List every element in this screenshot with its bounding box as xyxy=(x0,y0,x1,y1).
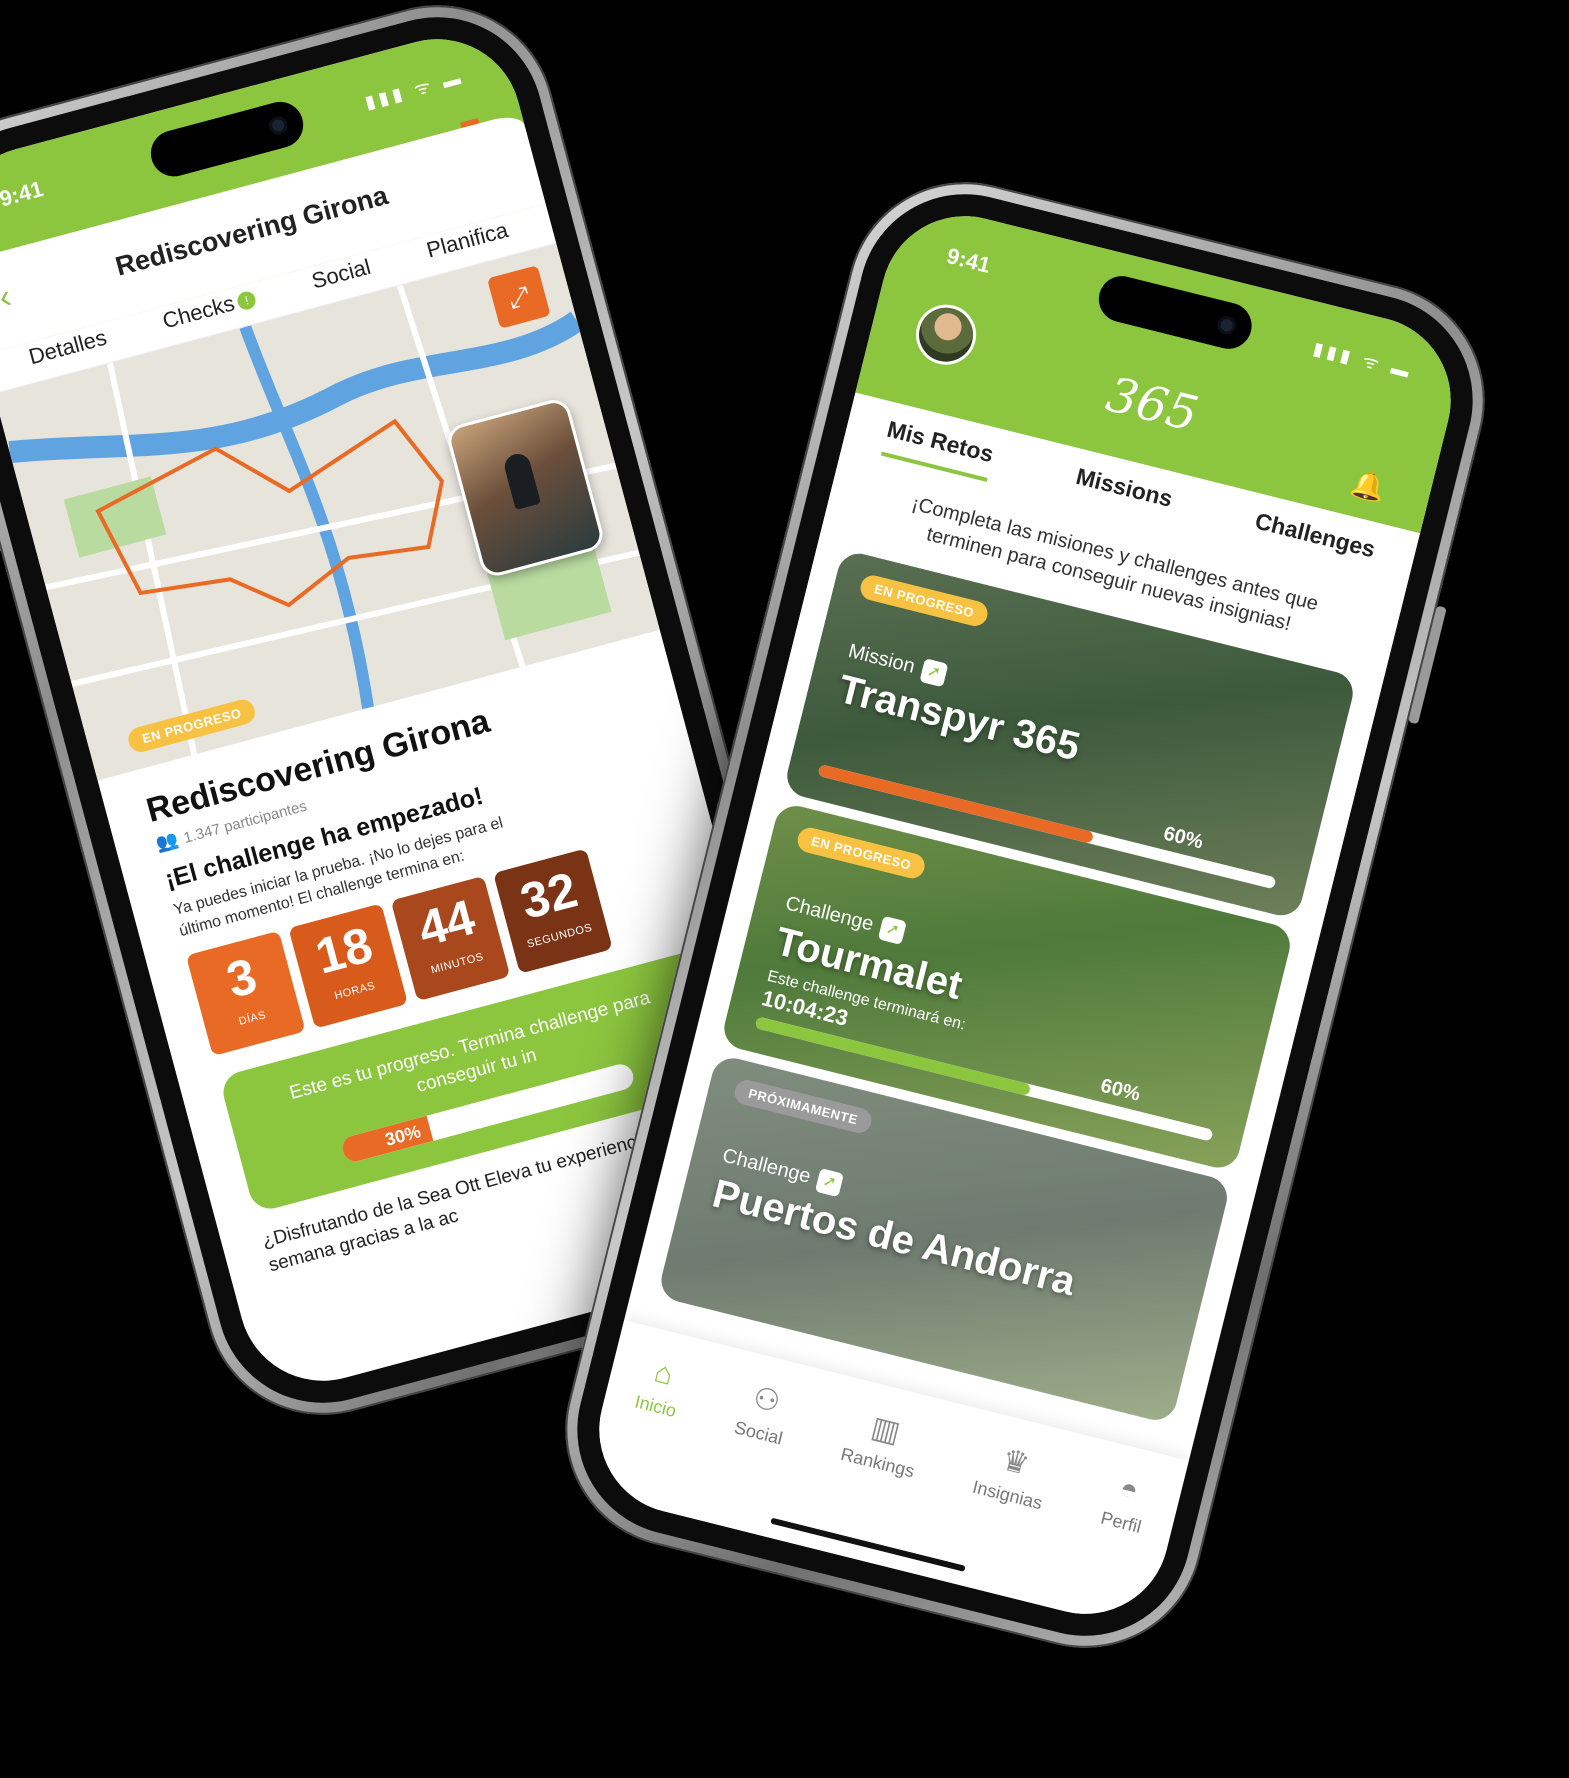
bell-icon[interactable]: 🔔 xyxy=(1348,466,1390,506)
nav-inicio[interactable]: ⌂ Inicio xyxy=(633,1353,689,1422)
status-badge: EN PROGRESO xyxy=(795,825,928,881)
mission-tag-icon: ➚ xyxy=(919,658,949,688)
checks-badge: ! xyxy=(235,289,258,312)
countdown-seconds: 32 SEGUNDOS xyxy=(493,848,613,974)
status-badge: PRÓXIMAMENTE xyxy=(732,1077,875,1136)
helmet-icon: ◓ xyxy=(1116,1471,1142,1508)
countdown-days: 3 DÍAS xyxy=(186,930,306,1057)
tab-missions[interactable]: Missions xyxy=(1070,463,1175,527)
progress-fill: 30% xyxy=(339,1116,434,1165)
status-badge: EN PROGRESO xyxy=(857,572,991,629)
home-icon: ⌂ xyxy=(650,1355,677,1392)
challenge-tag-icon: ➚ xyxy=(814,1168,845,1198)
nav-perfil-label: Perfil xyxy=(1098,1507,1144,1537)
nav-inicio-label: Inicio xyxy=(632,1391,679,1422)
challenge-tag-icon: ➚ xyxy=(877,915,907,945)
nav-perfil[interactable]: ◓ Perfil xyxy=(1098,1469,1153,1538)
nav-social[interactable]: ⚇ Social xyxy=(732,1377,795,1449)
nav-social-label: Social xyxy=(732,1417,785,1449)
countdown-hours: 18 HORAS xyxy=(288,903,409,1029)
countdown-minutes: 44 MINUTOS xyxy=(390,876,511,1002)
users-icon: ⚇ xyxy=(749,1381,784,1420)
tab-mis-retos[interactable]: Mis Retos xyxy=(880,415,997,482)
card-name: Puertos de Andorra xyxy=(708,1171,1080,1305)
card-name: Transpyr 365 xyxy=(833,667,1085,770)
nav-rankings[interactable]: ▥ Rankings xyxy=(839,1404,927,1482)
nav-insignias[interactable]: ♛ Insignias xyxy=(970,1437,1054,1514)
users-icon: 👥 xyxy=(153,829,181,855)
